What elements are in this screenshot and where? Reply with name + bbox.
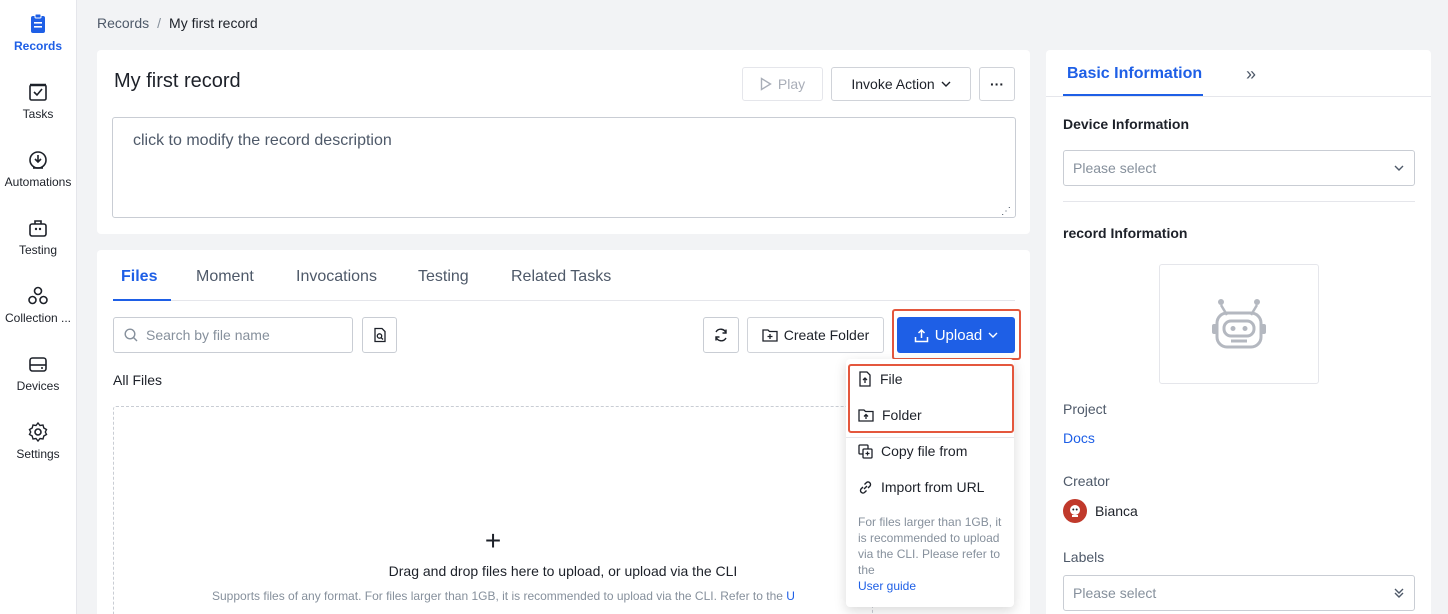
tab-files[interactable]: Files bbox=[121, 268, 157, 286]
expand-icon[interactable]: » bbox=[1246, 64, 1256, 85]
active-tab-indicator bbox=[113, 299, 171, 301]
nav-item-collection[interactable]: Collection ... bbox=[0, 285, 76, 325]
refresh-icon bbox=[715, 328, 727, 342]
menu-item-label: Import from URL bbox=[881, 479, 985, 495]
section-divider bbox=[1063, 201, 1415, 202]
avatar bbox=[1063, 499, 1087, 523]
collection-icon bbox=[28, 286, 48, 305]
dropzone-sub-text: Supports files of any format. For files … bbox=[212, 589, 795, 603]
device-information-label: Device Information bbox=[1063, 116, 1190, 132]
labels-select-placeholder: Please select bbox=[1073, 585, 1157, 601]
robot-icon bbox=[1212, 299, 1266, 349]
tab-invocations[interactable]: Invocations bbox=[296, 268, 377, 286]
nav-item-records[interactable]: Records bbox=[0, 13, 76, 53]
nav-item-settings[interactable]: Settings bbox=[0, 421, 76, 461]
nav-label: Automations bbox=[4, 175, 72, 189]
search-box bbox=[113, 317, 353, 353]
file-search-icon bbox=[373, 327, 386, 343]
chevron-down-icon bbox=[1394, 165, 1404, 171]
plus-icon: + bbox=[484, 525, 502, 556]
nav-item-testing[interactable]: Testing bbox=[0, 217, 76, 257]
nav-item-devices[interactable]: Devices bbox=[0, 353, 76, 393]
menu-items-highlight bbox=[848, 364, 1014, 433]
tab-bar: Files Moment Invocations Testing Related… bbox=[113, 250, 1015, 301]
avatar-icon bbox=[1070, 505, 1080, 517]
record-thumbnail bbox=[1159, 264, 1319, 384]
labels-select[interactable]: Please select bbox=[1063, 575, 1415, 611]
create-folder-button[interactable]: Create Folder bbox=[747, 317, 884, 353]
dropzone-sub-label: Supports files of any format. For files … bbox=[212, 589, 783, 603]
description-text: click to modify the record description bbox=[133, 132, 392, 149]
project-label: Project bbox=[1063, 401, 1107, 417]
resize-handle-icon[interactable]: ⋰ bbox=[1001, 206, 1011, 217]
creator-name: Bianca bbox=[1095, 503, 1138, 519]
all-files-label: All Files bbox=[113, 372, 163, 388]
search-input[interactable] bbox=[146, 327, 336, 343]
menu-item-copy-file[interactable]: Copy file from bbox=[858, 443, 967, 459]
nav-label: Settings bbox=[16, 447, 60, 461]
more-icon: ··· bbox=[990, 76, 1004, 92]
chevron-down-icon bbox=[941, 81, 951, 87]
create-folder-label: Create Folder bbox=[783, 327, 870, 343]
testing-icon bbox=[29, 220, 47, 237]
tasks-icon bbox=[29, 83, 47, 101]
breadcrumb-current: My first record bbox=[169, 15, 258, 31]
double-chevron-down-icon bbox=[1394, 588, 1404, 598]
panel-header-divider bbox=[1046, 96, 1431, 97]
search-icon bbox=[124, 328, 138, 342]
tab-basic-information[interactable]: Basic Information bbox=[1067, 65, 1202, 83]
nav-label: Records bbox=[13, 39, 63, 53]
device-select[interactable]: Please select bbox=[1063, 150, 1415, 186]
dropzone-user-guide-link[interactable]: U bbox=[786, 589, 795, 603]
nav-label: Tasks bbox=[22, 107, 54, 121]
refresh-button[interactable] bbox=[703, 317, 739, 353]
record-information-label: record Information bbox=[1063, 225, 1188, 241]
copy-icon bbox=[858, 443, 873, 459]
labels-label: Labels bbox=[1063, 549, 1105, 565]
nav-label: Collection ... bbox=[4, 311, 72, 325]
menu-item-import-url[interactable]: Import from URL bbox=[858, 479, 984, 495]
menu-divider bbox=[846, 437, 1014, 438]
creator: Bianca bbox=[1063, 499, 1138, 523]
link-icon bbox=[859, 480, 872, 494]
page-title: My first record bbox=[114, 70, 241, 92]
upload-dropzone[interactable]: + bbox=[113, 406, 873, 614]
creator-label: Creator bbox=[1063, 473, 1110, 489]
nav-item-automations[interactable]: Automations bbox=[0, 149, 76, 189]
tab-related-tasks[interactable]: Related Tasks bbox=[511, 268, 611, 286]
play-label: Play bbox=[777, 76, 806, 92]
breadcrumb-separator: / bbox=[157, 15, 162, 31]
breadcrumb-parent[interactable]: Records bbox=[97, 15, 149, 31]
nav-item-tasks[interactable]: Tasks bbox=[0, 81, 76, 121]
invoke-action-label: Invoke Action bbox=[851, 76, 935, 92]
device-select-placeholder: Please select bbox=[1073, 160, 1157, 176]
records-icon bbox=[31, 13, 45, 33]
settings-icon bbox=[28, 421, 48, 443]
play-icon bbox=[760, 77, 772, 91]
description-field[interactable]: click to modify the record description ⋰ bbox=[112, 117, 1016, 218]
upload-button-highlight bbox=[892, 309, 1021, 360]
menu-note-text: For files larger than 1GB, it is recomme… bbox=[858, 515, 1002, 577]
file-search-button[interactable] bbox=[362, 317, 397, 353]
basic-information-panel: Basic Information » Device Information P… bbox=[1046, 50, 1431, 614]
record-card: My first record Play Invoke Action ··· c… bbox=[97, 50, 1030, 234]
left-nav: Records Tasks Automations Testing Collec… bbox=[0, 0, 77, 614]
tab-testing[interactable]: Testing bbox=[418, 268, 469, 286]
nav-label: Devices bbox=[16, 379, 60, 393]
play-button[interactable]: Play bbox=[742, 67, 823, 101]
folder-add-icon bbox=[762, 329, 778, 342]
invoke-action-button[interactable]: Invoke Action bbox=[831, 67, 971, 101]
menu-note: For files larger than 1GB, it is recomme… bbox=[858, 514, 1006, 594]
user-guide-link[interactable]: User guide bbox=[858, 578, 1006, 594]
tab-moment[interactable]: Moment bbox=[196, 268, 254, 286]
breadcrumb: Records / My first record bbox=[97, 15, 258, 31]
menu-item-label: Copy file from bbox=[881, 443, 968, 459]
automations-icon bbox=[29, 151, 47, 169]
devices-icon bbox=[29, 357, 47, 372]
project-link[interactable]: Docs bbox=[1063, 430, 1095, 446]
more-button[interactable]: ··· bbox=[979, 67, 1015, 101]
nav-label: Testing bbox=[18, 243, 58, 257]
